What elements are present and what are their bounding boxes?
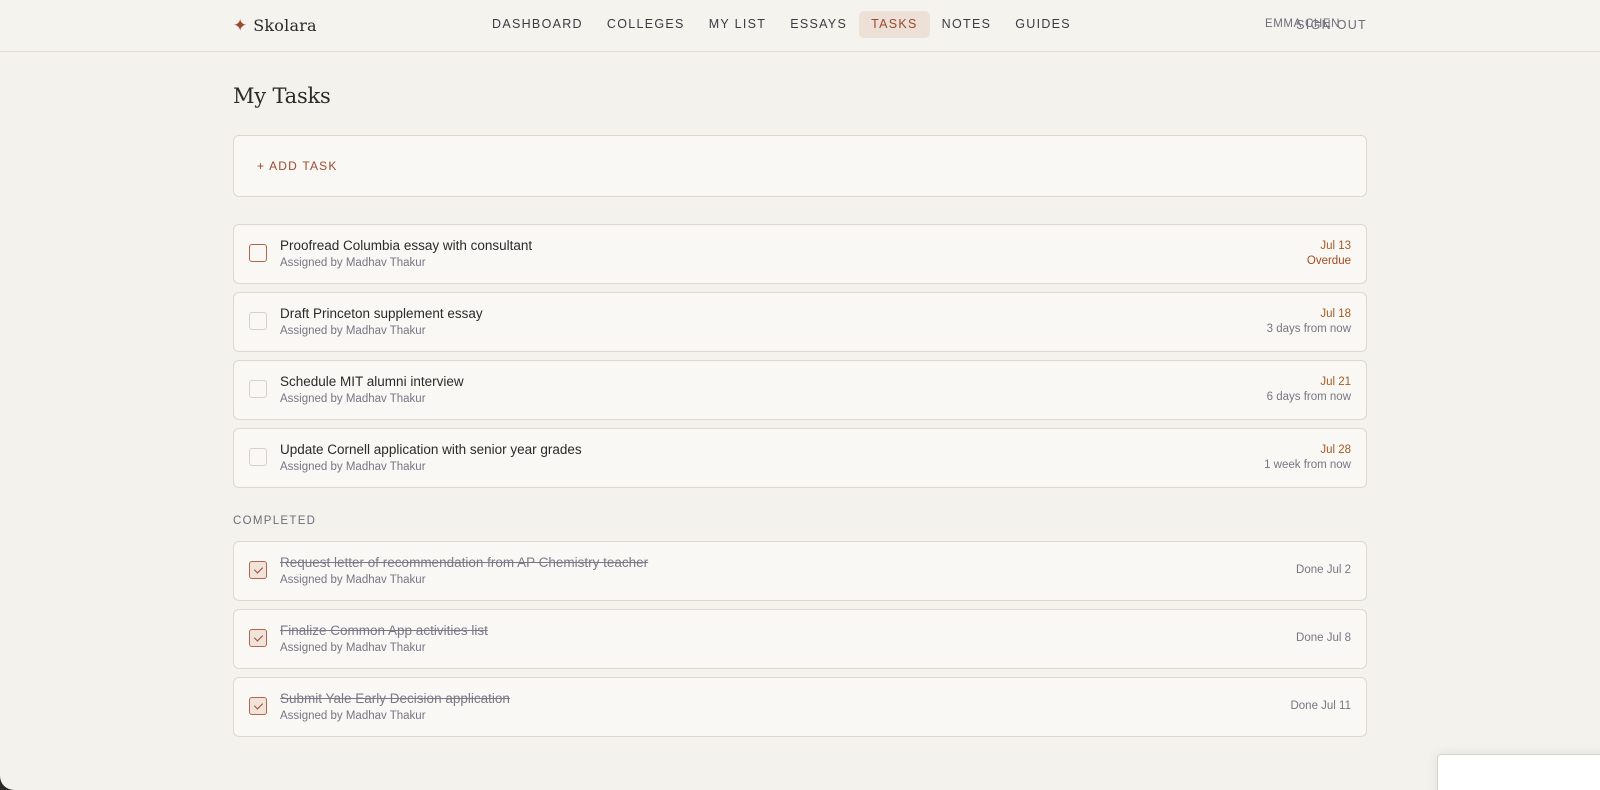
top-navigation-bar: ✦ Skolara DASHBOARD COLLEGES MY LIST ESS… — [0, 0, 1600, 52]
page-title: My Tasks — [233, 84, 331, 108]
task-due-date: Jul 28 — [1320, 444, 1351, 456]
nav-dashboard[interactable]: DASHBOARD — [480, 11, 595, 38]
task-row[interactable]: Proofread Columbia essay with consultant… — [233, 224, 1367, 284]
task-overdue-label: Overdue — [1306, 255, 1351, 267]
task-title: Proofread Columbia essay with consultant — [280, 238, 533, 253]
task-row[interactable]: Update Cornell application with senior y… — [233, 428, 1367, 488]
brand-name: Skolara — [253, 15, 317, 35]
nav-tasks[interactable]: TASKS — [859, 11, 930, 38]
task-due-date: Jul 21 — [1320, 376, 1351, 388]
task-relative-time: 1 week from now — [1264, 459, 1351, 471]
task-title: Update Cornell application with senior y… — [280, 442, 582, 457]
corner-preview-thumbnail[interactable] — [1437, 754, 1600, 790]
task-assignee: Assigned by Madhav Thakur — [280, 574, 426, 586]
task-checkbox[interactable] — [249, 380, 267, 398]
checkmark-icon — [253, 564, 263, 574]
task-checkbox[interactable] — [249, 448, 267, 466]
task-assignee: Assigned by Madhav Thakur — [280, 710, 426, 722]
nav-colleges[interactable]: COLLEGES — [595, 11, 697, 38]
task-title: Finalize Common App activities list — [280, 623, 488, 638]
task-assignee: Assigned by Madhav Thakur — [280, 393, 426, 405]
task-due-date: Jul 13 — [1320, 240, 1351, 252]
task-checkbox[interactable] — [249, 244, 267, 262]
task-row[interactable]: Schedule MIT alumni interview Assigned b… — [233, 360, 1367, 420]
task-title: Submit Yale Early Decision application — [280, 691, 510, 706]
task-done-date: Done Jul 2 — [1296, 564, 1351, 576]
brand-logo[interactable]: ✦ Skolara — [233, 13, 317, 37]
task-checkbox-checked[interactable] — [249, 629, 267, 647]
checkmark-icon — [253, 632, 263, 642]
add-task-panel: + ADD TASK — [233, 135, 1367, 197]
nav-essays[interactable]: ESSAYS — [778, 11, 859, 38]
checkmark-icon — [253, 700, 263, 710]
task-relative-time: 6 days from now — [1266, 391, 1351, 403]
nav-notes[interactable]: NOTES — [930, 11, 1004, 38]
task-title: Draft Princeton supplement essay — [280, 306, 483, 321]
task-relative-time: 3 days from now — [1266, 323, 1351, 335]
completed-section-heading: COMPLETED — [233, 515, 317, 527]
completed-task-row[interactable]: Submit Yale Early Decision application A… — [233, 677, 1367, 737]
task-checkbox[interactable] — [249, 312, 267, 330]
task-assignee: Assigned by Madhav Thakur — [280, 257, 426, 269]
task-checkbox-checked[interactable] — [249, 561, 267, 579]
task-checkbox-checked[interactable] — [249, 697, 267, 715]
completed-task-row[interactable]: Request letter of recommendation from AP… — [233, 541, 1367, 601]
task-done-date: Done Jul 11 — [1290, 700, 1351, 712]
nav-my-list[interactable]: MY LIST — [697, 11, 779, 38]
sign-out-link[interactable]: SIGN OUT — [1296, 18, 1367, 32]
sparkle-icon: ✦ — [233, 15, 248, 35]
task-done-date: Done Jul 8 — [1296, 632, 1351, 644]
task-assignee: Assigned by Madhav Thakur — [280, 461, 426, 473]
main-nav: DASHBOARD COLLEGES MY LIST ESSAYS TASKS … — [480, 11, 1083, 38]
completed-task-row[interactable]: Finalize Common App activities list Assi… — [233, 609, 1367, 669]
task-assignee: Assigned by Madhav Thakur — [280, 325, 426, 337]
task-title: Schedule MIT alumni interview — [280, 374, 464, 389]
task-title: Request letter of recommendation from AP… — [280, 555, 649, 570]
task-row[interactable]: Draft Princeton supplement essay Assigne… — [233, 292, 1367, 352]
nav-guides[interactable]: GUIDES — [1003, 11, 1083, 38]
add-task-button[interactable]: + ADD TASK — [257, 159, 338, 173]
task-assignee: Assigned by Madhav Thakur — [280, 642, 426, 654]
app-page: ✦ Skolara DASHBOARD COLLEGES MY LIST ESS… — [0, 0, 1600, 790]
task-due-date: Jul 18 — [1320, 308, 1351, 320]
